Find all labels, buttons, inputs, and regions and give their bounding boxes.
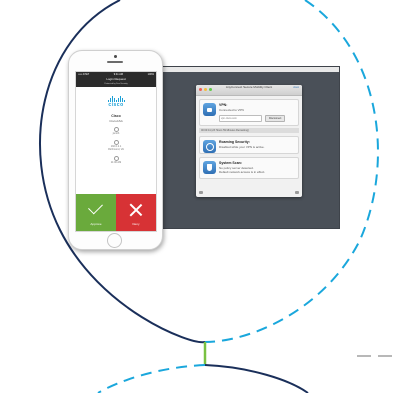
push-body: cisco Cisco CiscoASA jsmith 192.0.2.1 Ri…: [76, 87, 156, 164]
globe-icon: [203, 139, 216, 153]
check-icon: [88, 199, 103, 215]
settings-icon[interactable]: [199, 191, 203, 194]
camera-icon: [114, 55, 117, 58]
lower-circle-dashed-arc: [97, 364, 206, 393]
anyconnect-window: AnyConnect Secure Mobility Client cisco …: [196, 85, 302, 197]
vpn-section: VPN: Connected to VPN vpn.cisco.com Disc…: [199, 99, 299, 126]
roaming-status: Disabled while your VPN is active.: [219, 144, 265, 149]
stats-icon[interactable]: [295, 191, 299, 194]
info-time: 11:00 AM: [76, 155, 156, 165]
deny-button[interactable]: Deny: [116, 194, 156, 231]
info-user: jsmith: [76, 127, 156, 136]
x-icon: [128, 202, 143, 217]
action-buttons: Approve Deny: [76, 194, 156, 231]
laptop-screen: AnyConnect Secure Mobility Client cisco …: [155, 66, 340, 229]
anyconnect-footer: [199, 191, 299, 195]
info-user-text: jsmith: [112, 132, 120, 135]
phone-screen: ••••• AT&T 9:41 AM 100% Login Request Pr…: [75, 71, 157, 232]
phone: ••••• AT&T 9:41 AM 100% Login Request Pr…: [68, 50, 163, 250]
system-scan-line-2: Default network access is in effect.: [219, 170, 266, 174]
roaming-section: Roaming Security: Disabled while your VP…: [199, 135, 299, 154]
battery-level: 100%: [147, 73, 154, 76]
nav-subtitle: Protected by Duo Security: [104, 83, 128, 85]
approve-label: Approve: [90, 222, 102, 226]
shield-icon: [203, 160, 216, 174]
speaker-grille: [107, 61, 123, 63]
anyconnect-title: AnyConnect Secure Mobility Client: [225, 85, 273, 89]
cisco-logo: cisco: [293, 86, 299, 89]
anyconnect-titlebar: AnyConnect Secure Mobility Client cisco: [196, 85, 302, 96]
home-button[interactable]: [107, 233, 122, 248]
info-location: 192.0.2.1 Richmond, VA: [76, 139, 156, 152]
info-city-text: Richmond, VA: [108, 148, 124, 151]
vpn-stats: 00:00:41 (23 Hours 59 Minutes Remaining): [199, 127, 299, 133]
approve-button[interactable]: Approve: [76, 194, 116, 231]
disconnect-button[interactable]: Disconnect: [265, 114, 286, 122]
lower-circle-outline-arc: [204, 364, 309, 393]
lock-icon: [203, 103, 216, 116]
menu-bar: [156, 67, 339, 72]
vpn-status: Connected to VPN: [219, 108, 244, 112]
carrier-signal: ••••• AT&T: [78, 73, 90, 76]
system-scan-section: System Scan: No policy server detected. …: [199, 156, 299, 179]
cisco-wordmark: cisco: [108, 102, 124, 108]
deny-label: Deny: [132, 222, 140, 226]
nav-bar: Login Request Protected by Duo Security: [76, 77, 156, 87]
org-subtitle: CiscoASA: [109, 119, 123, 123]
info-time-text: 11:00 AM: [110, 160, 122, 164]
vpn-server-select[interactable]: vpn.cisco.com: [219, 114, 262, 122]
